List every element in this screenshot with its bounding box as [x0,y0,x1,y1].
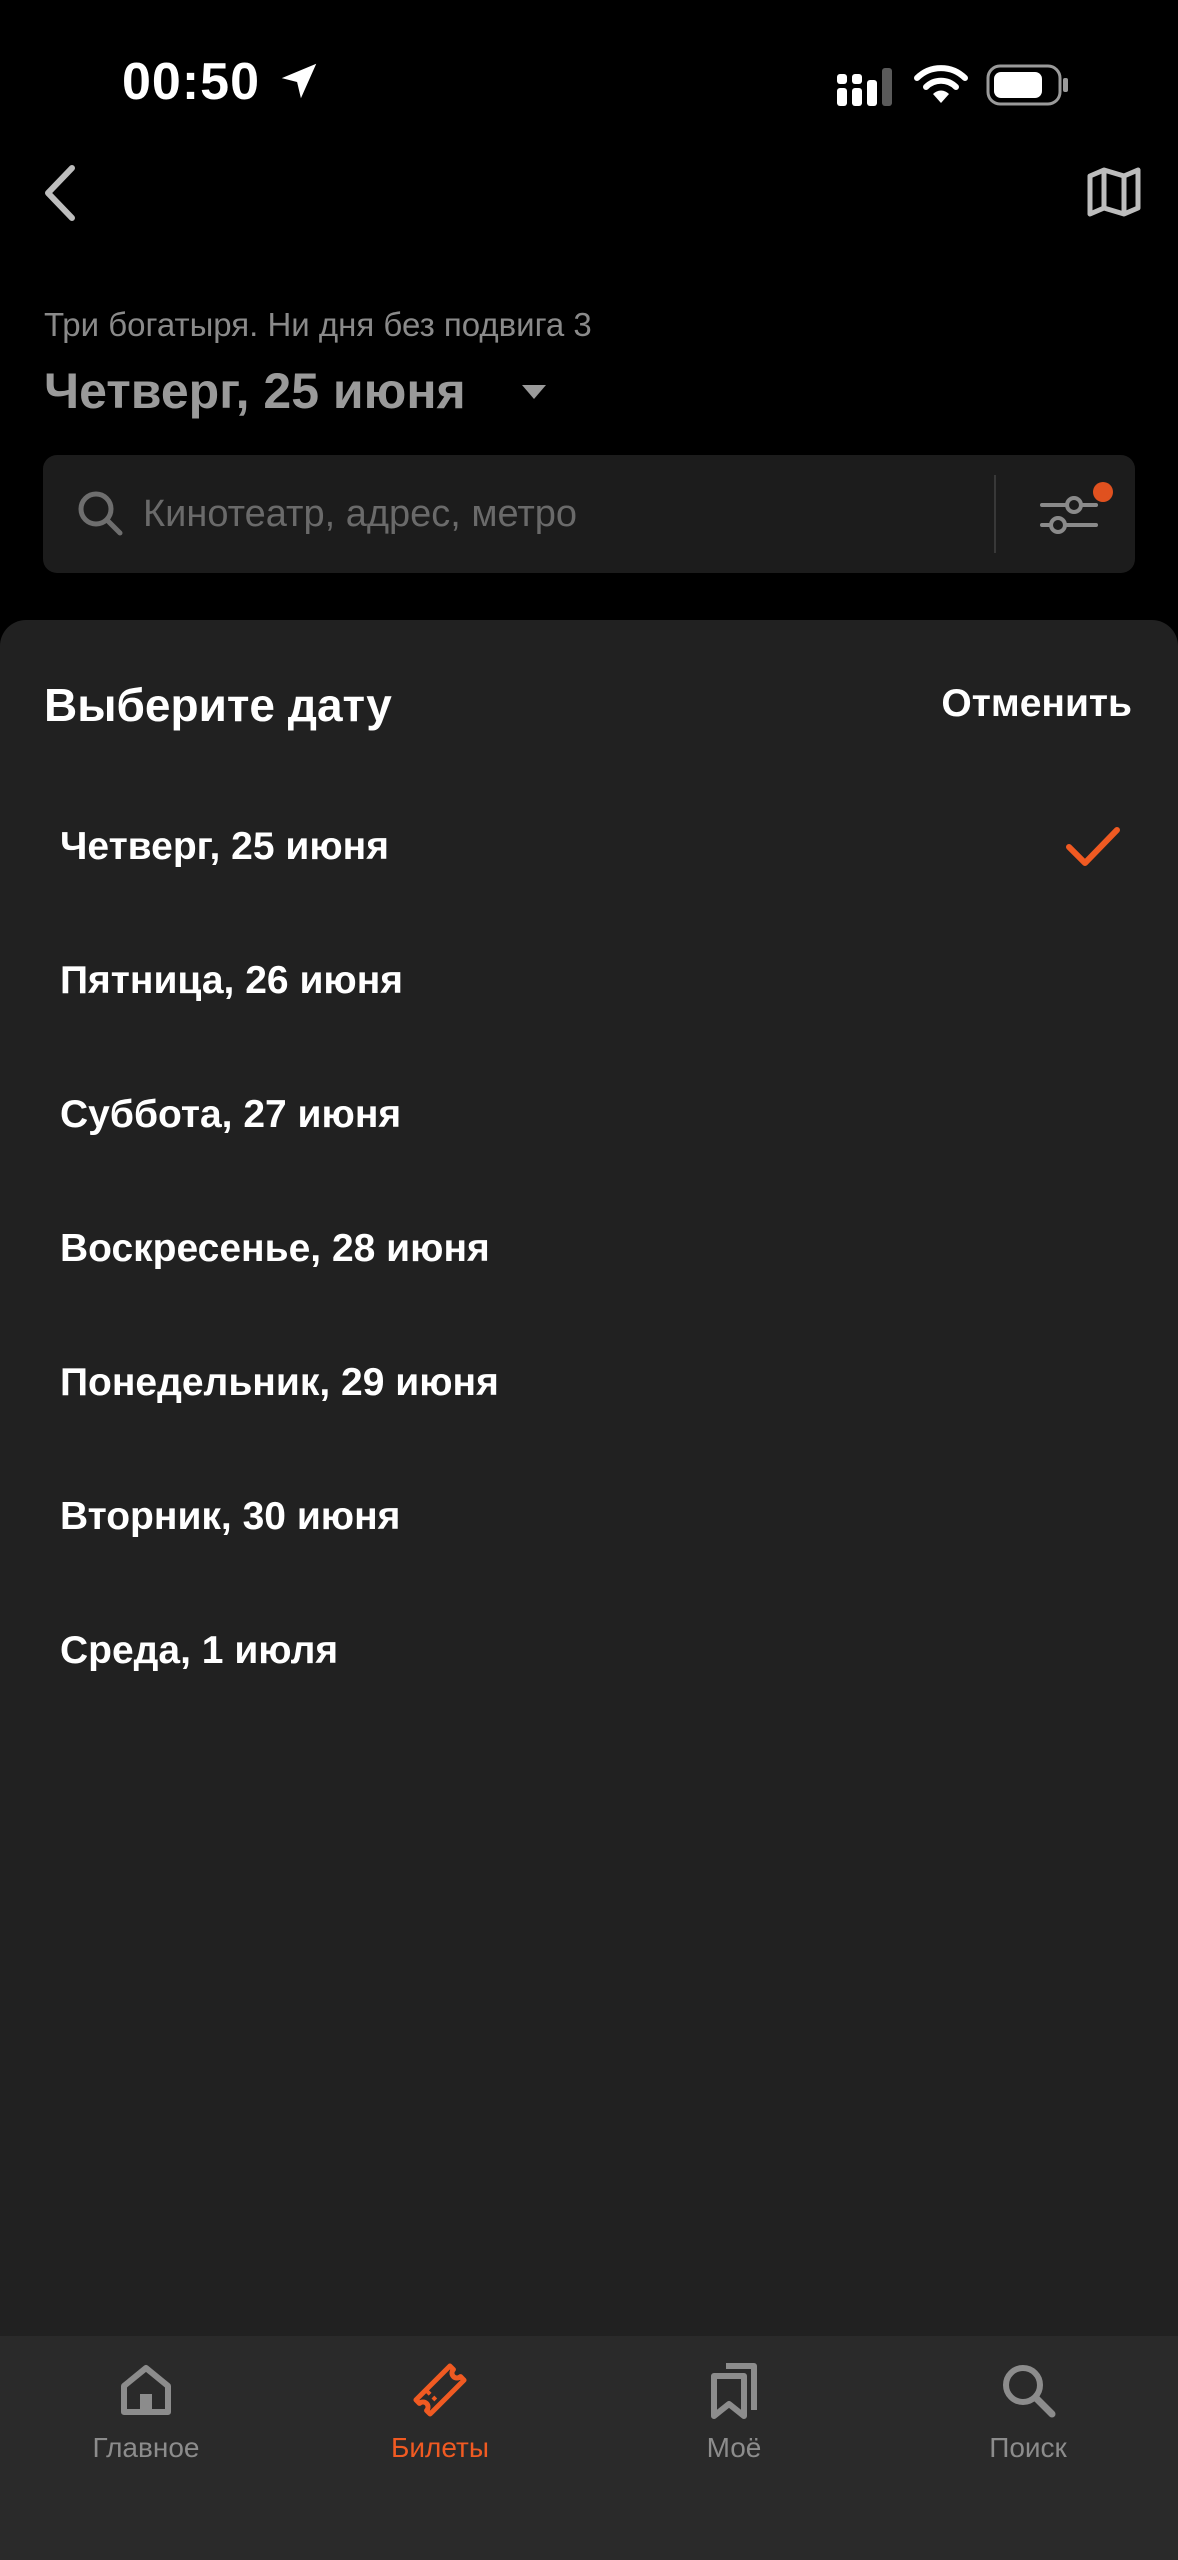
status-time: 00:50 [122,53,260,111]
location-arrow-icon [281,63,317,99]
date-option[interactable]: Четверг, 25 июня [0,780,1178,914]
tab-label: Главное [92,2432,200,2463]
date-option[interactable]: Пятница, 26 июня [0,914,1178,1048]
date-option[interactable]: Вторник, 30 июня [0,1450,1178,1584]
search-bar [43,455,1135,573]
tab-mine[interactable]: Моё [624,2358,844,2508]
status-bar: 00:50 [0,0,1178,150]
cellular-signal-icon [837,68,892,106]
cancel-button[interactable]: Отменить [941,682,1132,726]
date-option-label: Понедельник, 29 июня [60,1361,499,1404]
movie-title: Три богатыря. Ни дня без подвига 3 [44,306,592,343]
date-option-label: Среда, 1 июля [60,1629,339,1672]
selected-date-heading[interactable]: Четверг, 25 июня [44,362,466,420]
filter-active-dot [1093,482,1113,502]
date-option[interactable]: Среда, 1 июля [0,1584,1178,1718]
date-list: Четверг, 25 июня Пятница, 26 июня Суббот… [0,780,1178,1718]
date-option-label: Пятница, 26 июня [60,959,404,1002]
search-icon [1003,2365,1056,2418]
tab-search[interactable]: Поиск [918,2358,1138,2508]
tab-label: Моё [706,2432,762,2463]
date-option[interactable]: Воскресенье, 28 июня [0,1182,1178,1316]
date-option-label: Четверг, 25 июня [60,825,389,868]
map-icon[interactable] [1084,162,1144,222]
battery-icon [986,64,1068,106]
tab-label: Билеты [391,2432,489,2463]
date-option[interactable]: Суббота, 27 июня [0,1048,1178,1182]
search-input[interactable] [143,483,1003,545]
tab-bar: Главное Билеты Моё Поиск [0,2336,1178,2560]
date-option-label: Вторник, 30 июня [60,1495,401,1538]
bookmarks-icon [711,2363,757,2419]
caret-down-icon[interactable] [520,383,548,401]
screen: 00:50 Три богатыря. Ни дня без подвига 3… [0,0,1178,2560]
sheet-title: Выберите дату [44,679,392,731]
tab-label: Поиск [989,2432,1067,2463]
date-option-label: Воскресенье, 28 июня [60,1227,490,1270]
home-icon [121,2365,171,2415]
date-option[interactable]: Понедельник, 29 июня [0,1316,1178,1450]
search-divider [994,475,996,553]
tab-tickets[interactable]: Билеты [330,2358,550,2508]
search-icon [78,491,123,536]
date-option-label: Суббота, 27 июня [60,1093,402,1136]
date-picker-sheet: Выберите дату Отменить Четверг, 25 июня … [0,620,1178,2336]
back-chevron-icon[interactable] [38,160,86,226]
wifi-icon [914,65,968,103]
tab-home[interactable]: Главное [36,2358,256,2508]
ticket-icon [413,2363,467,2417]
checkmark-icon [1066,827,1120,866]
